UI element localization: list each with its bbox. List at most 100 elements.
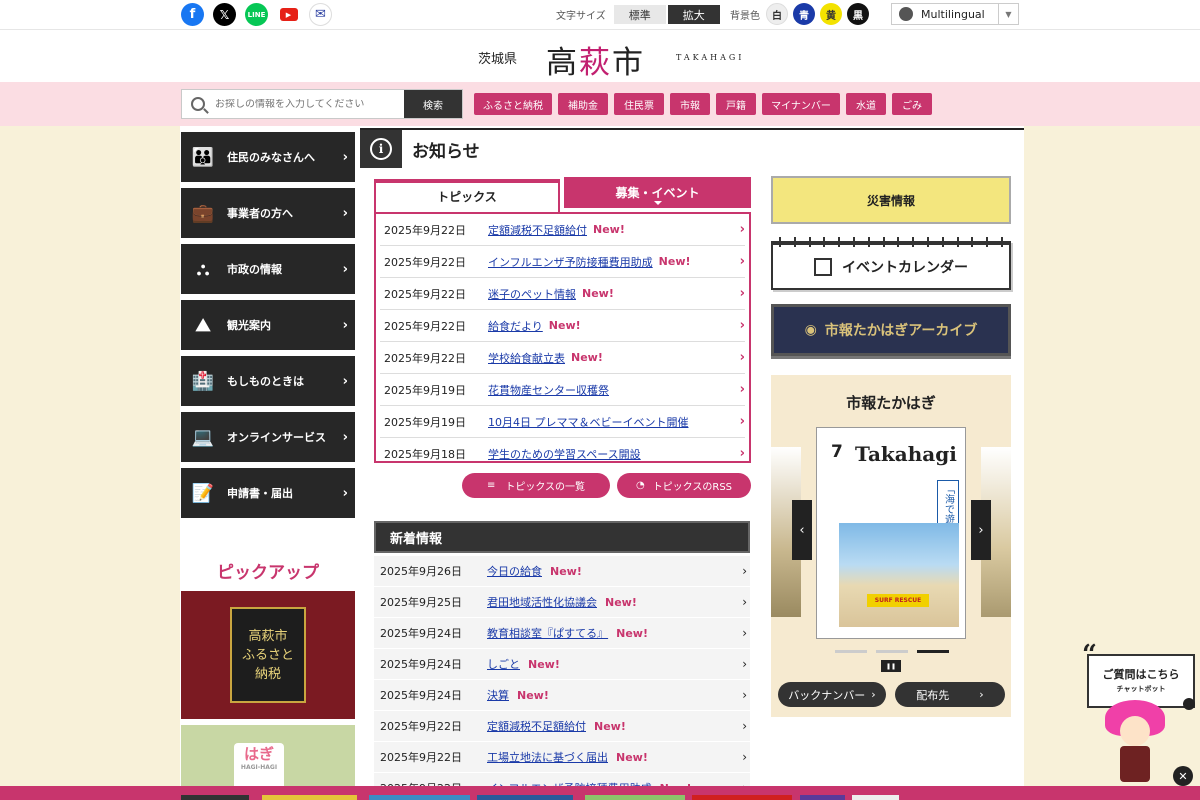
topic-row[interactable]: 2025年9月18日 学生のための学習スペース開設 › [380, 438, 745, 462]
disaster-info-button[interactable]: 災害情報 [771, 176, 1011, 224]
topic-row[interactable]: 2025年9月22日 迷子のペット情報 New! › [380, 278, 745, 310]
bottom-banner[interactable] [800, 795, 845, 800]
new-badge: New! [550, 564, 582, 578]
carousel-next-button[interactable]: › [971, 500, 991, 560]
quick-link-city-news[interactable]: 市報 [670, 93, 710, 115]
event-calendar-button[interactable]: イベントカレンダー [771, 237, 1011, 290]
bg-blue-button[interactable]: 青 [793, 3, 815, 25]
sidebar-item-business[interactable]: 💼 事業者の方へ › [181, 188, 355, 238]
line-icon[interactable]: LINE [245, 3, 268, 26]
newsletter-cover[interactable]: 7 Takahagi 「海で遊ぶ」 SURF RESCUE [816, 427, 966, 639]
topic-row[interactable]: 2025年9月19日 10月4日 プレママ＆ベビーイベント開催 › [380, 406, 745, 438]
quick-link-furusato[interactable]: ふるさと納税 [474, 93, 552, 115]
archive-button[interactable]: ◉ 市報たかはぎアーカイブ [771, 304, 1011, 356]
quick-link-subsidy[interactable]: 補助金 [558, 93, 608, 115]
topic-link[interactable]: インフルエンザ予防接種費用助成 [488, 254, 653, 270]
new-info-link[interactable]: 教育相談室『ぱすてる』 [487, 625, 608, 641]
new-info-link[interactable]: 工場立地法に基づく届出 [487, 749, 608, 765]
back-number-button[interactable]: バックナンバー › [778, 682, 886, 707]
new-info-row[interactable]: 2025年9月25日 君田地域活性化協議会 New! › [374, 587, 750, 618]
topic-link[interactable]: 学生のための学習スペース開設 [488, 446, 641, 462]
carousel-prev-button[interactable]: ‹ [792, 500, 812, 560]
facebook-icon[interactable]: f [181, 3, 204, 26]
new-info-link[interactable]: 君田地域活性化協議会 [487, 594, 597, 610]
new-info-link[interactable]: 今日の給食 [487, 563, 542, 579]
furusato-banner[interactable]: 高萩市 ふるさと 納税 [181, 591, 355, 719]
carousel-dot[interactable] [835, 650, 867, 653]
distribution-label: 配布先 [916, 688, 950, 702]
topic-link[interactable]: 定額減税不足額給付 [488, 222, 587, 238]
language-select[interactable]: Multilingual ▼ [891, 3, 1019, 25]
topics-list: 2025年9月22日 定額減税不足額給付 New! › 2025年9月22日 イ… [374, 212, 751, 463]
new-info-link[interactable]: 定額減税不足額給付 [487, 718, 586, 734]
bottom-banner[interactable] [181, 795, 249, 800]
new-info-row[interactable]: 2025年9月24日 教育相談室『ぱすてる』 New! › [374, 618, 750, 649]
quick-link-resident-card[interactable]: 住民票 [614, 93, 664, 115]
quick-link-family-register[interactable]: 戸籍 [716, 93, 756, 115]
new-info-link[interactable]: 決算 [487, 687, 509, 703]
topic-link[interactable]: 10月4日 プレママ＆ベビーイベント開催 [488, 414, 689, 430]
new-info-row[interactable]: 2025年9月26日 今日の給食 New! › [374, 556, 750, 587]
topic-link[interactable]: 花貫物産センター収穫祭 [488, 382, 609, 398]
distribution-button[interactable]: 配布先 › [895, 682, 1005, 707]
new-info-row[interactable]: 2025年9月22日 定額減税不足額給付 New! › [374, 711, 750, 742]
bottom-banner[interactable] [692, 795, 792, 800]
topic-row[interactable]: 2025年9月22日 給食だより New! › [380, 310, 745, 342]
quick-link-water[interactable]: 水道 [846, 93, 886, 115]
font-normal-button[interactable]: 標準 [613, 5, 666, 24]
topic-row[interactable]: 2025年9月22日 インフルエンザ予防接種費用助成 New! › [380, 246, 745, 278]
carousel-dot[interactable] [876, 650, 908, 653]
topics-rss-button[interactable]: ◔ トピックスのRSS [617, 473, 751, 498]
mail-icon[interactable]: ✉ [309, 3, 332, 26]
new-info-row[interactable]: 2025年9月22日 工場立地法に基づく届出 New! › [374, 742, 750, 773]
bottom-banner[interactable] [262, 795, 357, 800]
youtube-icon[interactable]: ▶ [277, 3, 300, 26]
topic-link[interactable]: 学校給食献立表 [488, 350, 565, 366]
sidebar-item-residents[interactable]: 👪 住民のみなさんへ › [181, 132, 355, 182]
hospital-icon: 🏥 [191, 370, 215, 392]
new-info-date: 2025年9月24日 [380, 689, 462, 702]
font-large-button[interactable]: 拡大 [667, 5, 720, 24]
bottom-banner[interactable] [369, 795, 470, 800]
topic-row[interactable]: 2025年9月19日 花貫物産センター収穫祭 › [380, 374, 745, 406]
topics-list-button[interactable]: ≡ トピックスの一覧 [462, 473, 610, 498]
search-input[interactable] [215, 98, 395, 110]
sidebar-item-forms[interactable]: 📝 申請書・届出 › [181, 468, 355, 518]
topic-date: 2025年9月22日 [384, 255, 466, 269]
search-button[interactable]: 検索 [404, 90, 462, 118]
pause-icon[interactable]: ❚❚ [881, 660, 901, 672]
chevron-right-icon: › [742, 657, 747, 671]
bottom-banner[interactable] [852, 795, 899, 800]
new-info-row[interactable]: 2025年9月24日 決算 New! › [374, 680, 750, 711]
bg-black-button[interactable]: 黒 [847, 3, 869, 25]
tab-topics[interactable]: トピックス [374, 179, 560, 212]
chatbot-mascot[interactable] [1105, 700, 1165, 785]
bottom-banner[interactable] [477, 795, 573, 800]
quick-link-mynumber[interactable]: マイナンバー [762, 93, 840, 115]
sidebar-item-city-admin[interactable]: ⛬ 市政の情報 › [181, 244, 355, 294]
sidebar-item-emergency[interactable]: 🏥 もしものときは › [181, 356, 355, 406]
tab-events[interactable]: 募集・イベント [564, 177, 751, 208]
carousel-dot-active[interactable] [917, 650, 949, 653]
chatbot-minimize-icon[interactable] [1183, 698, 1195, 710]
close-icon[interactable]: ✕ [1173, 766, 1193, 786]
new-info-row[interactable]: 2025年9月24日 しごと New! › [374, 649, 750, 680]
topic-row[interactable]: 2025年9月22日 学校給食献立表 New! › [380, 342, 745, 374]
city-newsletter-panel: 市報たかはぎ 7 Takahagi 「海で遊ぶ」 SURF RESCUE ‹ ›… [771, 375, 1011, 717]
sidebar-item-tourism[interactable]: ⛰ 観光案内 › [181, 300, 355, 350]
topic-link[interactable]: 迷子のペット情報 [488, 286, 576, 302]
bg-yellow-button[interactable]: 黄 [820, 3, 842, 25]
topic-date: 2025年9月18日 [384, 447, 466, 461]
newsletter-title: 市報たかはぎ [846, 394, 936, 412]
x-twitter-icon[interactable]: 𝕏 [213, 3, 236, 26]
site-logo[interactable]: 高萩市 [546, 37, 645, 82]
sidebar-item-online[interactable]: 💻 オンラインサービス › [181, 412, 355, 462]
hagi-hagi-banner[interactable]: はぎ HAGI-HAGI [181, 725, 355, 795]
quick-link-garbage[interactable]: ごみ [892, 93, 932, 115]
city-char-2: 萩 [579, 45, 612, 81]
bg-white-button[interactable]: 白 [766, 3, 788, 25]
topic-link[interactable]: 給食だより [488, 318, 543, 334]
new-info-link[interactable]: しごと [487, 656, 520, 672]
topic-row[interactable]: 2025年9月22日 定額減税不足額給付 New! › [380, 214, 745, 246]
bottom-banner[interactable] [585, 795, 685, 800]
